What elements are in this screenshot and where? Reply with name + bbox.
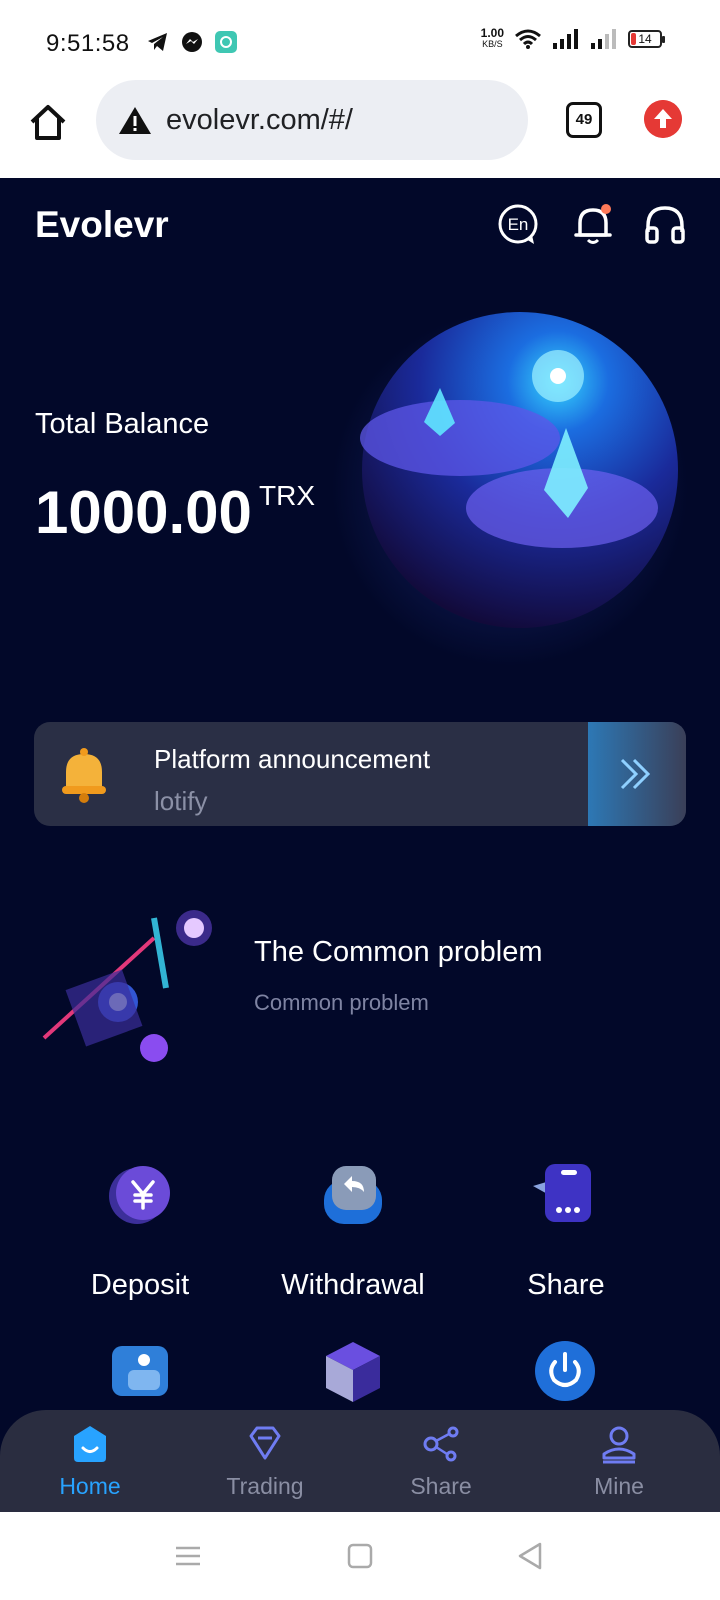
profile-card-icon[interactable] bbox=[108, 1338, 174, 1404]
network-speed-value: 1.00 bbox=[480, 26, 504, 40]
double-chevron-right-icon bbox=[620, 758, 651, 790]
announcement-title: Platform announcement bbox=[154, 744, 431, 774]
return-arrow-icon bbox=[324, 1166, 382, 1224]
announcement-ticker: lotify bbox=[154, 786, 208, 816]
language-label: En bbox=[508, 215, 529, 234]
crystal-orb-illustration bbox=[332, 310, 688, 666]
nav-trading-label: Trading bbox=[226, 1473, 304, 1499]
telegram-icon bbox=[148, 33, 167, 51]
status-right: 1.00 KB/S 14 bbox=[480, 26, 665, 50]
withdrawal-label: Withdrawal bbox=[281, 1269, 425, 1301]
power-button-icon[interactable] bbox=[532, 1338, 598, 1404]
status-time: 9:51:58 bbox=[46, 30, 130, 57]
messenger-icon bbox=[182, 32, 202, 52]
home-icon[interactable] bbox=[26, 100, 70, 144]
deposit-label: Deposit bbox=[90, 1269, 190, 1301]
nav-home[interactable]: Home bbox=[30, 1424, 150, 1500]
browser-toolbar: evolevr.com/#/ 49 bbox=[0, 78, 720, 178]
common-problem-title[interactable]: The Common problem bbox=[254, 936, 543, 969]
yen-coin-icon bbox=[109, 1166, 170, 1224]
common-problem-subtitle: Common problem bbox=[254, 990, 429, 1015]
brand-title: Evolevr bbox=[35, 204, 169, 245]
battery-icon: 14 bbox=[628, 30, 665, 48]
address-bar[interactable]: evolevr.com/#/ bbox=[96, 80, 528, 160]
system-navigation-bar bbox=[0, 1512, 720, 1600]
share-phone-icon bbox=[533, 1164, 591, 1222]
user-icon bbox=[602, 1426, 636, 1464]
common-problem-illustration[interactable] bbox=[34, 898, 222, 1066]
announcement-card[interactable]: Platform announcement lotify bbox=[34, 722, 686, 826]
app-screen: Evolevr En Total Balance 1000.00 TRX Pla… bbox=[0, 178, 720, 1512]
nav-mine[interactable]: Mine bbox=[559, 1424, 679, 1500]
app-notification-icon bbox=[215, 31, 237, 53]
deposit-button[interactable]: Deposit bbox=[40, 1162, 240, 1302]
language-icon[interactable]: En bbox=[496, 202, 542, 248]
home-icon bbox=[74, 1426, 106, 1462]
diamond-icon bbox=[249, 1426, 281, 1460]
home-system-icon[interactable] bbox=[344, 1540, 376, 1572]
total-balance-value: 1000.00 bbox=[35, 479, 252, 546]
nav-mine-label: Mine bbox=[594, 1473, 644, 1499]
back-icon[interactable] bbox=[514, 1540, 546, 1572]
wifi-icon bbox=[515, 29, 541, 49]
nav-share[interactable]: Share bbox=[381, 1424, 501, 1500]
network-speed: 1.00 KB/S bbox=[480, 26, 504, 50]
signal-icon bbox=[553, 29, 578, 49]
status-bar: 9:51:58 1.00 KB/S 14 bbox=[0, 0, 720, 78]
balance-currency-unit: TRX bbox=[259, 480, 315, 511]
share-label: Share bbox=[527, 1269, 605, 1301]
notification-icons bbox=[146, 30, 238, 54]
notification-bell-icon[interactable] bbox=[570, 202, 616, 248]
signal-secondary-icon bbox=[591, 29, 616, 49]
share-nodes-icon bbox=[423, 1426, 459, 1462]
battery-level: 14 bbox=[638, 32, 652, 46]
total-balance-label: Total Balance bbox=[35, 408, 210, 440]
announcement-more-button[interactable] bbox=[588, 722, 686, 826]
nav-trading[interactable]: Trading bbox=[205, 1424, 325, 1500]
network-speed-unit: KB/S bbox=[482, 39, 503, 49]
nav-share-label: Share bbox=[410, 1473, 472, 1499]
share-button[interactable]: Share bbox=[466, 1162, 666, 1302]
warning-icon[interactable] bbox=[118, 105, 152, 135]
headset-support-icon[interactable] bbox=[642, 202, 688, 248]
withdrawal-button[interactable]: Withdrawal bbox=[253, 1162, 453, 1302]
tab-switcher-button[interactable]: 49 bbox=[566, 102, 602, 138]
url-text[interactable]: evolevr.com/#/ bbox=[166, 104, 353, 137]
announcement-bell-icon bbox=[62, 748, 106, 803]
nav-home-label: Home bbox=[59, 1473, 121, 1499]
recent-apps-icon[interactable] bbox=[172, 1540, 204, 1572]
bottom-navigation: Home Trading Share Mine bbox=[0, 1410, 720, 1512]
cube-icon[interactable] bbox=[320, 1338, 386, 1404]
update-icon[interactable] bbox=[644, 100, 682, 138]
